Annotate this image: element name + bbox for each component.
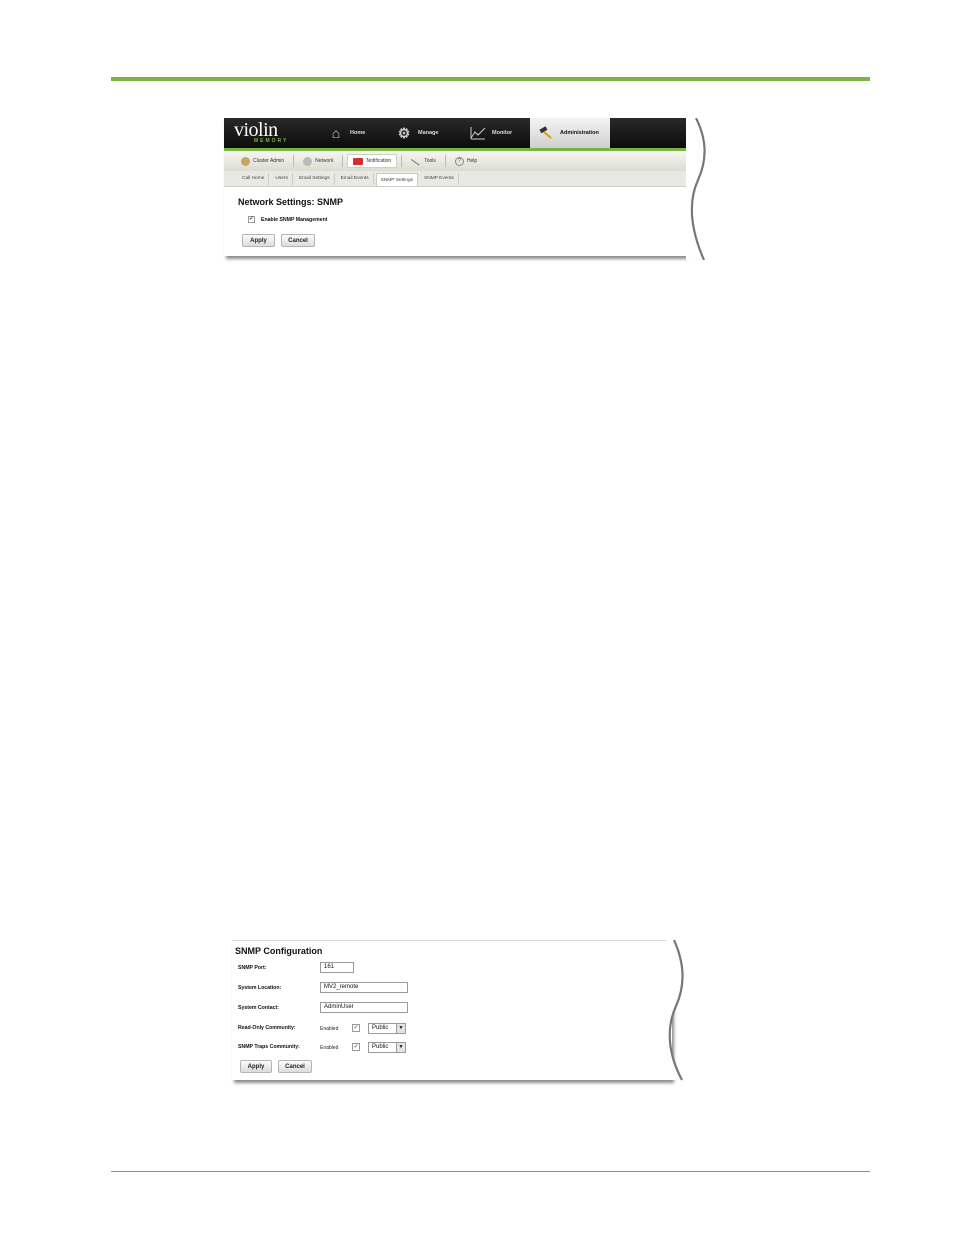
page-bottom-rule <box>111 1171 870 1172</box>
chart-icon <box>470 125 486 141</box>
page-curl-edge <box>686 118 706 260</box>
read-only-enabled-label: Enabled <box>320 1026 339 1032</box>
violin-logo: violin <box>234 119 278 141</box>
page-title: Network Settings: SNMP <box>238 197 344 207</box>
nav-home[interactable]: ⌂ Home <box>328 118 366 148</box>
violin-logo-sub: MEMORY <box>254 138 289 144</box>
enable-snmp-row: ✓ Enable SNMP Management <box>248 216 328 223</box>
help-icon: ? <box>454 156 464 166</box>
snmp-config-title: SNMP Configuration <box>235 946 323 956</box>
app-window: violin MEMORY ⌂ Home ⚙ Manage Monitor Ad… <box>224 118 686 256</box>
snmp-port-label: SNMP Port: <box>238 965 267 971</box>
system-contact-input[interactable]: AdminUser <box>320 1002 408 1013</box>
tab-users[interactable]: Users <box>271 172 293 185</box>
traps-enabled-checkbox[interactable]: ✓ <box>352 1043 360 1051</box>
screenshot-snmp-settings: violin MEMORY ⌂ Home ⚙ Manage Monitor Ad… <box>224 118 706 260</box>
chevron-down-icon: ▼ <box>396 1024 405 1033</box>
snmp-traps-community-select[interactable]: Public ▼ <box>368 1042 406 1053</box>
enable-snmp-label: Enable SNMP Management <box>261 216 328 223</box>
snmp-traps-community-label: SNMP Traps Community: <box>238 1044 300 1050</box>
hammer-icon <box>538 125 554 141</box>
system-contact-label: System Contact: <box>238 1005 279 1011</box>
tab-snmp-settings[interactable]: SNMP Settings <box>375 173 419 186</box>
nav-monitor[interactable]: Monitor <box>470 118 512 148</box>
chevron-down-icon: ▼ <box>396 1043 405 1052</box>
snmp-config-panel: SNMP Configuration SNMP Port: 161 System… <box>232 940 672 1080</box>
page-curl-edge <box>666 940 684 1081</box>
tab-email-events[interactable]: Email Events <box>337 172 374 185</box>
subnav-divider <box>444 155 446 167</box>
subnav-divider <box>293 155 295 167</box>
cancel-button[interactable]: Cancel <box>278 1060 312 1073</box>
subnav-network[interactable]: Network <box>298 154 338 168</box>
subnav-notification[interactable]: Notification <box>347 154 398 168</box>
settings-tab-bar: Call Home Users Email Settings Email Eve… <box>224 171 686 187</box>
subnav-divider <box>342 155 344 167</box>
nav-manage[interactable]: ⚙ Manage <box>396 118 439 148</box>
read-only-community-label: Read-Only Community: <box>238 1025 296 1031</box>
tab-call-home[interactable]: Call Home <box>238 172 270 185</box>
globe-icon <box>303 156 313 166</box>
wrench-icon <box>410 156 422 166</box>
top-nav-bar: violin MEMORY ⌂ Home ⚙ Manage Monitor Ad… <box>224 118 686 148</box>
cancel-button[interactable]: Cancel <box>281 234 315 247</box>
screenshot-snmp-configuration: SNMP Configuration SNMP Port: 161 System… <box>232 940 684 1086</box>
gear-icon: ⚙ <box>397 124 411 141</box>
nav-administration[interactable]: Administration <box>530 118 610 148</box>
system-location-label: System Location: <box>238 985 282 991</box>
subnav-divider <box>401 155 403 167</box>
read-only-enabled-checkbox[interactable]: ✓ <box>352 1024 360 1032</box>
subnav-cluster-admin[interactable]: Cluster Admin <box>236 154 289 168</box>
home-icon: ⌂ <box>331 125 341 141</box>
tab-snmp-events[interactable]: SNMP Events <box>420 172 459 185</box>
tab-email-settings[interactable]: Email Settings <box>295 172 335 185</box>
traps-enabled-label: Enabled <box>320 1045 339 1051</box>
mail-icon <box>353 157 364 165</box>
page-top-rule <box>111 77 870 81</box>
system-location-input[interactable]: MV2_remote <box>320 982 408 993</box>
read-only-community-select[interactable]: Public ▼ <box>368 1023 406 1034</box>
subnav-help[interactable]: ? Help <box>450 154 482 168</box>
sub-nav-bar: Cluster Admin Network Notification Tools… <box>224 151 686 171</box>
enable-snmp-checkbox[interactable]: ✓ <box>248 216 255 223</box>
apply-button[interactable]: Apply <box>242 234 275 247</box>
apply-button[interactable]: Apply <box>240 1060 272 1073</box>
subnav-tools[interactable]: Tools <box>406 154 441 168</box>
user-icon <box>241 156 250 166</box>
snmp-port-input[interactable]: 161 <box>320 962 354 973</box>
